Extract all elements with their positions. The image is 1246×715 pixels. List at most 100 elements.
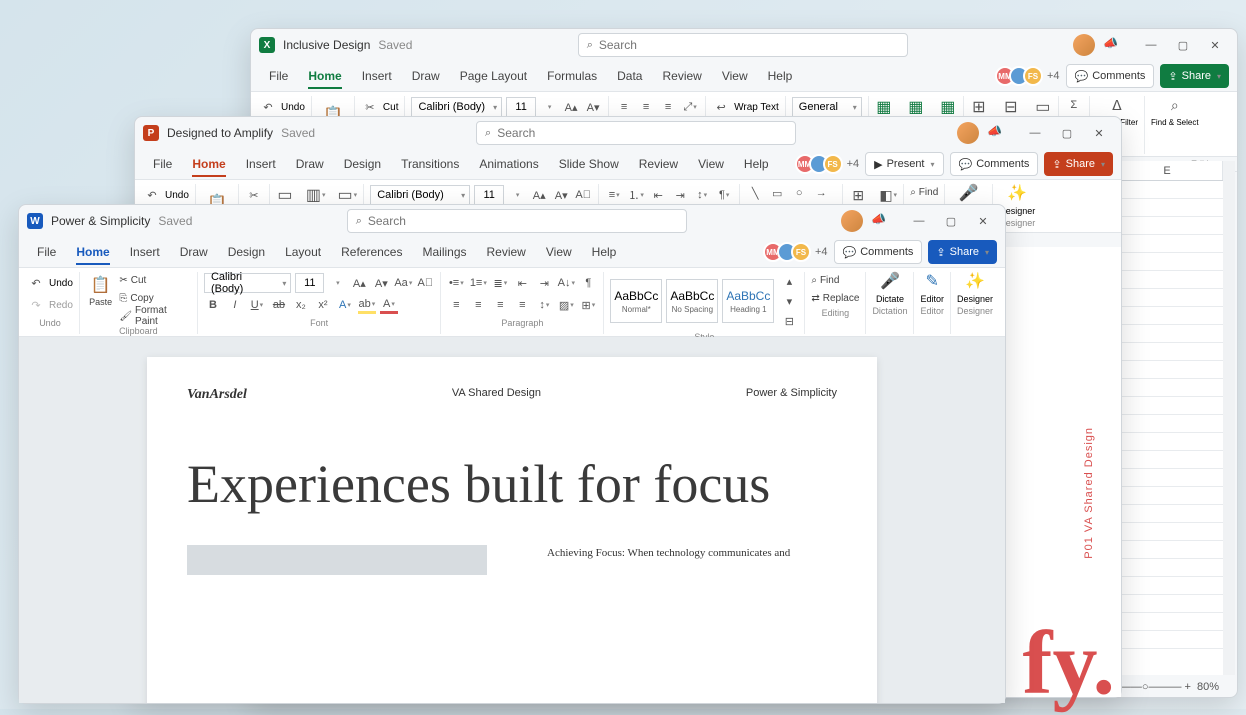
undo-icon[interactable]: ↶ bbox=[259, 98, 277, 116]
menu-review[interactable]: Review bbox=[629, 153, 688, 175]
menu-home[interactable]: Home bbox=[298, 65, 351, 87]
find-button[interactable]: ⌕Find bbox=[811, 272, 859, 288]
new-slide-icon[interactable]: ▭ bbox=[276, 186, 294, 204]
ppt-present-button[interactable]: ▶Present▾ bbox=[865, 152, 943, 176]
size-dd[interactable] bbox=[508, 186, 526, 204]
align-top-icon[interactable]: ≡ bbox=[615, 98, 633, 116]
find-select-icon[interactable]: ⌕ bbox=[1166, 96, 1184, 114]
cut-icon[interactable]: ✂ bbox=[245, 186, 263, 204]
text-effects-icon[interactable]: A bbox=[336, 296, 354, 314]
menu-draw[interactable]: Draw bbox=[402, 65, 450, 87]
redo-icon[interactable]: ↷ bbox=[27, 296, 45, 314]
style-nospacing[interactable]: AaBbCcNo Spacing bbox=[666, 279, 718, 323]
menu-home[interactable]: Home bbox=[182, 153, 235, 175]
insert-cells-icon[interactable]: ⊞ bbox=[970, 98, 988, 116]
menu-formulas[interactable]: Formulas bbox=[537, 65, 607, 87]
size-select[interactable]: 11 bbox=[295, 273, 324, 293]
menu-help[interactable]: Help bbox=[758, 65, 803, 87]
arrange-icon[interactable]: ⊞ bbox=[849, 186, 867, 204]
word-comments-button[interactable]: 💬Comments bbox=[834, 240, 923, 264]
shrink-font-icon[interactable]: A▾ bbox=[584, 98, 602, 116]
menu-transitions[interactable]: Transitions bbox=[391, 153, 469, 175]
numbering-icon[interactable]: ⒈ bbox=[627, 186, 645, 204]
menu-design[interactable]: Design bbox=[218, 241, 275, 263]
menu-view[interactable]: View bbox=[536, 241, 582, 263]
italic-icon[interactable]: I bbox=[226, 296, 244, 314]
word-share-button[interactable]: ⇪Share▾ bbox=[928, 240, 997, 264]
superscript-icon[interactable]: x² bbox=[314, 296, 332, 314]
excel-vscroll[interactable] bbox=[1223, 161, 1235, 675]
ppt-presence[interactable]: MM FS +4 bbox=[801, 154, 860, 174]
shape-arrow-icon[interactable]: → bbox=[812, 184, 830, 202]
menu-slideshow[interactable]: Slide Show bbox=[549, 153, 629, 175]
autosum-icon[interactable]: Σ bbox=[1065, 96, 1083, 114]
shape-rect-icon[interactable]: ▭ bbox=[768, 184, 786, 202]
word-search[interactable]: ⌕ bbox=[347, 209, 687, 233]
menu-insert[interactable]: Insert bbox=[120, 241, 170, 263]
undo-icon[interactable]: ↶ bbox=[27, 274, 45, 292]
dictate-icon[interactable]: 🎤 bbox=[959, 184, 979, 202]
excel-grid[interactable]: E bbox=[1111, 161, 1223, 675]
cut-button[interactable]: ✂Cut bbox=[119, 272, 191, 288]
linespacing-icon[interactable]: ↕ bbox=[693, 186, 711, 204]
strike-icon[interactable]: ab bbox=[270, 296, 288, 314]
conditional-format-icon[interactable]: ▦ bbox=[875, 98, 893, 116]
dedent-icon[interactable]: ⇤ bbox=[649, 186, 667, 204]
excel-search[interactable]: ⌕ bbox=[578, 33, 908, 57]
menu-review[interactable]: Review bbox=[652, 65, 711, 87]
word-presence[interactable]: MM FS +4 bbox=[769, 242, 828, 262]
megaphone-icon[interactable]: 📣 bbox=[1103, 36, 1121, 54]
align-bot-icon[interactable]: ≡ bbox=[659, 98, 677, 116]
word-avatar[interactable] bbox=[841, 210, 863, 232]
format-cells-icon[interactable]: ▭ bbox=[1034, 98, 1052, 116]
maximize-button[interactable]: ▢ bbox=[1053, 121, 1081, 145]
textdir-icon[interactable]: ¶ bbox=[715, 186, 733, 204]
close-button[interactable]: ✕ bbox=[1201, 33, 1229, 57]
align-mid-icon[interactable]: ≡ bbox=[637, 98, 655, 116]
dedent-icon[interactable]: ⇤ bbox=[513, 274, 531, 292]
underline-icon[interactable]: U bbox=[248, 296, 266, 314]
layout-icon[interactable]: ▥ bbox=[306, 186, 326, 204]
excel-search-input[interactable] bbox=[599, 38, 899, 52]
ppt-search[interactable]: ⌕ bbox=[476, 121, 796, 145]
excel-comments-button[interactable]: 💬Comments bbox=[1066, 64, 1155, 88]
menu-file[interactable]: File bbox=[143, 153, 182, 175]
quick-styles-icon[interactable]: ◧ bbox=[879, 186, 897, 204]
sort-icon[interactable]: A↓ bbox=[557, 274, 575, 292]
shape-oval-icon[interactable]: ○ bbox=[790, 184, 808, 202]
find-button[interactable]: ⌕Find bbox=[910, 184, 938, 200]
sort-filter-icon[interactable]: ᐃ bbox=[1108, 96, 1126, 114]
menu-view[interactable]: View bbox=[688, 153, 734, 175]
menu-mailings[interactable]: Mailings bbox=[412, 241, 476, 263]
minimize-button[interactable]: — bbox=[1137, 33, 1165, 57]
font-color-icon[interactable]: A bbox=[380, 296, 398, 314]
designer-icon[interactable]: ✨ bbox=[965, 272, 985, 290]
menu-help[interactable]: Help bbox=[582, 241, 627, 263]
menu-view[interactable]: View bbox=[712, 65, 758, 87]
styles-down-icon[interactable]: ▾ bbox=[780, 292, 798, 310]
shrink-font-icon[interactable]: A▾ bbox=[372, 274, 390, 292]
megaphone-icon[interactable]: 📣 bbox=[987, 124, 1005, 142]
styles-more-icon[interactable]: ⊟ bbox=[780, 312, 798, 330]
menu-pagelayout[interactable]: Page Layout bbox=[450, 65, 537, 87]
shading-icon[interactable]: ▨ bbox=[557, 296, 575, 314]
menu-layout[interactable]: Layout bbox=[275, 241, 331, 263]
grow-font-icon[interactable]: A▴ bbox=[562, 98, 580, 116]
word-search-input[interactable] bbox=[368, 214, 678, 228]
size-dd[interactable] bbox=[328, 274, 346, 292]
wrap-icon[interactable]: ↩ bbox=[712, 98, 730, 116]
cell-styles-icon[interactable]: ▦ bbox=[939, 98, 957, 116]
borders-icon[interactable]: ⊞ bbox=[579, 296, 597, 314]
indent-icon[interactable]: ⇥ bbox=[671, 186, 689, 204]
copy-button[interactable]: ⎘Copy bbox=[119, 290, 191, 306]
font-select[interactable]: Calibri (Body) bbox=[204, 273, 291, 293]
show-marks-icon[interactable]: ¶ bbox=[579, 274, 597, 292]
align-center-icon[interactable]: ≡ bbox=[469, 296, 487, 314]
indent-icon[interactable]: ⇥ bbox=[535, 274, 553, 292]
menu-data[interactable]: Data bbox=[607, 65, 652, 87]
size-select[interactable]: 11 bbox=[474, 185, 504, 205]
cut-icon[interactable]: ✂ bbox=[361, 98, 379, 116]
font-select[interactable]: Calibri (Body) bbox=[411, 97, 502, 117]
bullets-icon[interactable]: •≡ bbox=[447, 274, 465, 292]
shrink-font-icon[interactable]: A▾ bbox=[552, 186, 570, 204]
